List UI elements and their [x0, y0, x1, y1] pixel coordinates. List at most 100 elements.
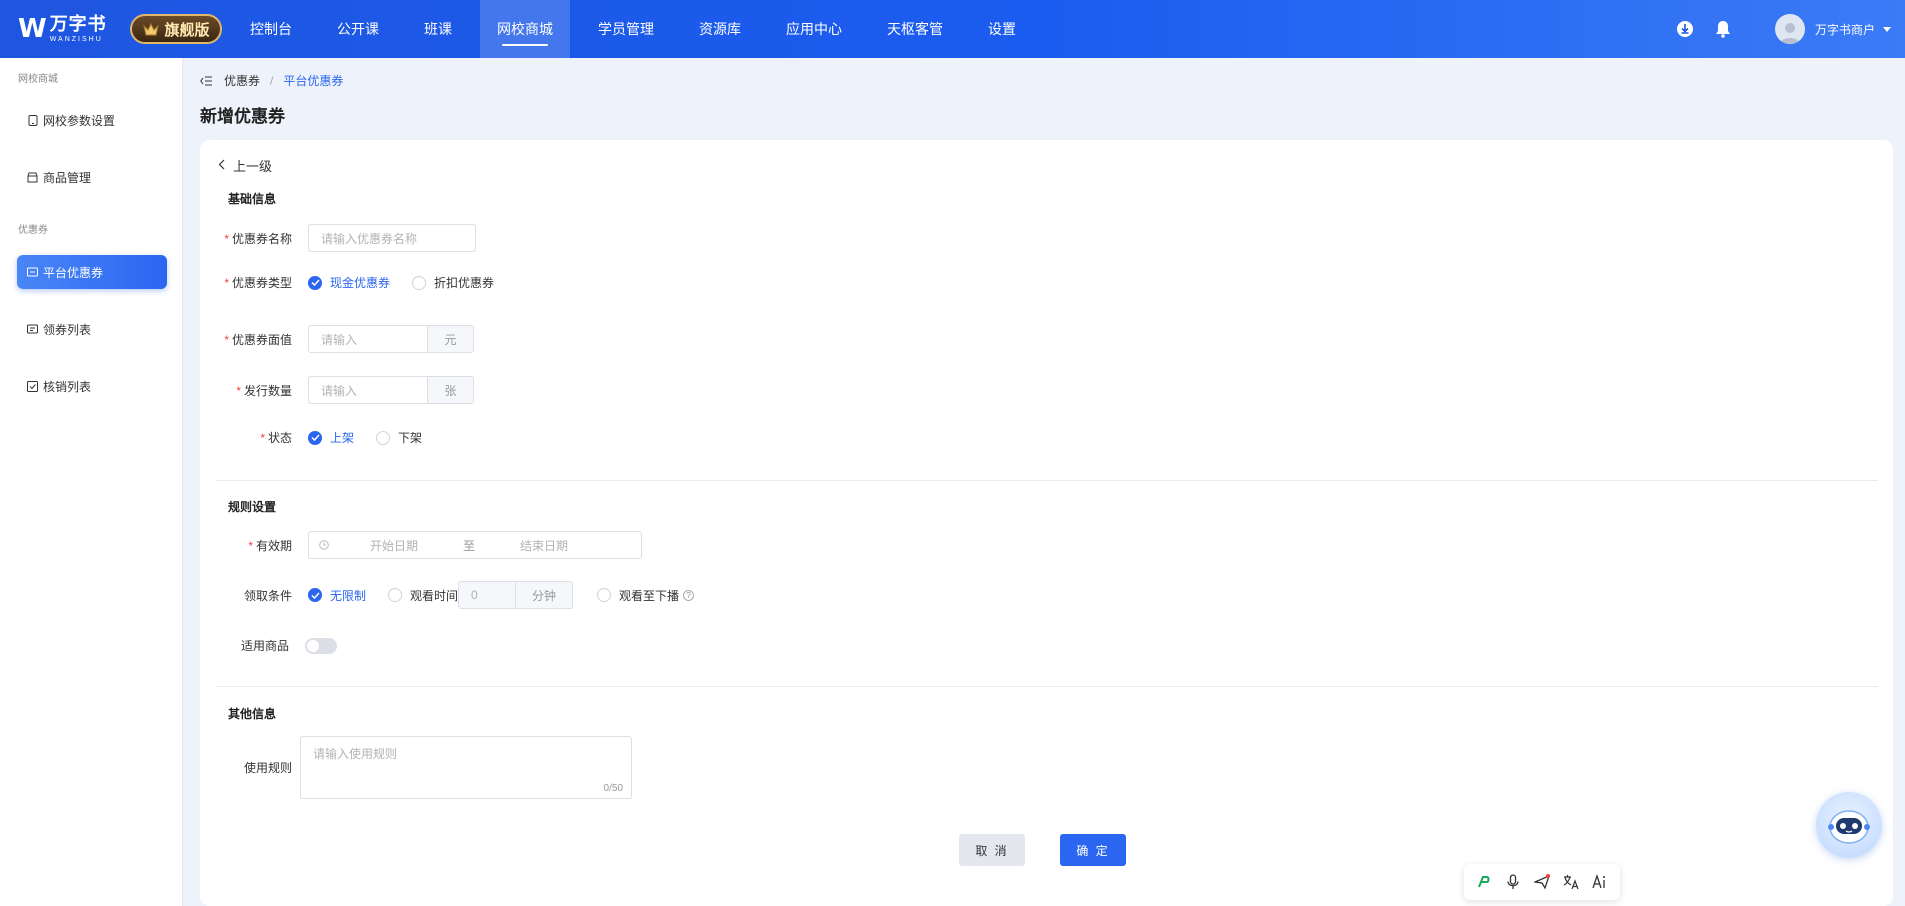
coupon-value-label: * 优惠券面值 — [224, 332, 292, 347]
clock-icon — [319, 540, 329, 550]
brand-name-en: WANZISHU — [49, 36, 103, 43]
sidebar-item-goods[interactable]: 商品管理 — [17, 160, 167, 194]
check-icon — [308, 275, 322, 290]
radio-label: 观看时间 — [410, 588, 459, 603]
breadcrumb-parent[interactable]: 优惠券 — [224, 72, 260, 89]
required-mark: * — [248, 538, 253, 553]
textarea-placeholder: 请输入使用规则 — [313, 747, 398, 761]
nav-item-resources[interactable]: 资源库 — [682, 0, 758, 58]
required-mark: * — [236, 383, 241, 398]
coupon-qty-input[interactable]: 请输入 — [308, 376, 428, 404]
coupon-value-input[interactable]: 请输入 — [308, 325, 428, 353]
edition-label: 旗舰版 — [164, 21, 210, 39]
bell-icon[interactable] — [1713, 19, 1733, 39]
sidebar-item-redeem-list[interactable]: 核销列表 — [17, 369, 167, 403]
breadcrumb: 优惠券 / 平台优惠券 — [200, 72, 343, 89]
divider — [216, 480, 1878, 481]
logo-icon: W — [18, 14, 47, 44]
floating-toolbar — [1464, 864, 1620, 900]
plugin-icon[interactable] — [1474, 872, 1494, 892]
coupon-type-label: * 优惠券类型 — [224, 276, 292, 290]
main-nav: 控制台 公开课 班课 网校商城 学员管理 资源库 应用中心 天枢客管 设置 — [233, 0, 1044, 58]
nav-item-settings[interactable]: 设置 — [971, 0, 1033, 58]
brand-logo[interactable]: W 万字书 WANZISHU — [18, 12, 107, 46]
coupon-type-row: * 优惠券类型 现金优惠券 折扣优惠券 — [200, 274, 516, 291]
check-icon — [308, 588, 322, 602]
goods-row: 适用商品 — [200, 637, 337, 654]
divider — [216, 686, 1878, 687]
minutes-unit: 分钟 — [516, 581, 574, 609]
start-date-input[interactable]: 开始日期 — [349, 537, 439, 554]
phone-icon — [27, 114, 38, 126]
nav-item-class[interactable]: 班课 — [407, 0, 469, 58]
required-mark: * — [224, 231, 229, 246]
condition-label: 领取条件 — [243, 588, 292, 603]
user-name[interactable]: 万字书商户 — [1815, 21, 1875, 38]
section-basic-title: 基础信息 — [228, 192, 277, 206]
breadcrumb-separator: / — [270, 73, 274, 88]
validity-label: * 有效期 — [248, 538, 292, 553]
radio-cond-watch-end[interactable]: 观看至下播 — [597, 587, 679, 604]
breadcrumb-current: 平台优惠券 — [283, 74, 344, 88]
coupon-value-row: * 优惠券面值 请输入 元 — [200, 325, 474, 353]
sidebar-item-label: 领券列表 — [43, 322, 92, 337]
sidebar: 网校商城 网校参数设置 商品管理 优惠券 平台优惠券 领券列表 核销列表 — [0, 58, 183, 906]
radio-label: 上架 — [330, 431, 355, 445]
collapse-sidebar-icon[interactable] — [200, 76, 212, 86]
sidebar-group-coupon: 优惠券 — [18, 225, 48, 236]
back-link[interactable]: 上一级 — [218, 156, 272, 175]
edition-badge: 旗舰版 — [130, 14, 222, 44]
form-card: 上一级 基础信息 * 优惠券名称 请输入优惠券名称 * 优惠券类型 现金优惠券 折扣… — [200, 140, 1893, 906]
nav-item-public-class[interactable]: 公开课 — [320, 0, 396, 58]
status-row: * 状态 上架 下架 — [200, 429, 444, 446]
radio-label: 下架 — [398, 431, 423, 445]
confirm-button[interactable]: 确 定 — [1060, 834, 1126, 866]
nav-item-dashboard[interactable]: 控制台 — [233, 0, 309, 58]
sidebar-item-claim-list[interactable]: 领券列表 — [17, 312, 167, 346]
help-icon[interactable]: ? — [683, 589, 695, 601]
sidebar-item-params[interactable]: 网校参数设置 — [17, 103, 167, 137]
sidebar-item-label: 平台优惠券 — [43, 265, 104, 280]
goods-toggle[interactable] — [305, 637, 337, 654]
assistant-robot-icon[interactable] — [1816, 792, 1882, 858]
coupon-name-row: * 优惠券名称 请输入优惠券名称 — [200, 224, 476, 252]
store-icon — [27, 172, 38, 183]
coupon-name-input[interactable]: 请输入优惠券名称 — [308, 224, 476, 252]
radio-cash-coupon[interactable]: 现金优惠券 — [308, 274, 390, 291]
nav-item-crm[interactable]: 天枢客管 — [870, 0, 960, 58]
usage-rules-textarea[interactable]: 请输入使用规则 0/50 — [300, 736, 632, 799]
radio-status-off[interactable]: 下架 — [376, 429, 422, 446]
brand-name: 万字书 — [49, 14, 107, 34]
avatar[interactable] — [1774, 14, 1805, 44]
nav-item-students[interactable]: 学员管理 — [581, 0, 671, 58]
watch-minutes-input[interactable]: 0 — [458, 581, 517, 609]
radio-cond-unlimited[interactable]: 无限制 — [308, 587, 366, 604]
translate-icon[interactable] — [1561, 872, 1581, 892]
coupon-icon — [27, 267, 38, 278]
send-icon[interactable] — [1532, 872, 1552, 892]
coupon-qty-label: * 发行数量 — [236, 383, 292, 398]
download-icon[interactable] — [1675, 19, 1695, 39]
goods-label: 适用商品 — [240, 639, 289, 653]
status-label: * 状态 — [260, 431, 292, 445]
end-date-input[interactable]: 结束日期 — [499, 537, 589, 554]
radio-status-on[interactable]: 上架 — [308, 429, 354, 446]
ai-icon[interactable] — [1590, 872, 1610, 892]
nav-item-apps[interactable]: 应用中心 — [769, 0, 859, 58]
date-range-picker[interactable]: 开始日期 至 结束日期 — [308, 531, 642, 559]
cancel-button[interactable]: 取 消 — [959, 834, 1025, 866]
radio-discount-coupon[interactable]: 折扣优惠券 — [412, 274, 494, 291]
radio-label: 现金优惠券 — [330, 276, 391, 290]
chevron-down-icon[interactable] — [1883, 22, 1891, 36]
radio-cond-watch-time[interactable]: 观看时间 — [388, 587, 458, 604]
sidebar-group-mall: 网校商城 — [18, 74, 58, 85]
nav-item-mall[interactable]: 网校商城 — [480, 0, 570, 58]
microphone-icon[interactable] — [1503, 872, 1523, 892]
sidebar-item-label: 网校参数设置 — [43, 113, 116, 128]
page-title: 新增优惠券 — [200, 107, 285, 126]
currency-unit: 元 — [428, 325, 474, 353]
check-square-icon — [27, 380, 38, 392]
coupon-qty-row: * 发行数量 请输入 张 — [200, 376, 474, 404]
sidebar-item-platform-coupon[interactable]: 平台优惠券 — [17, 255, 167, 289]
section-rules-title: 规则设置 — [228, 500, 277, 514]
